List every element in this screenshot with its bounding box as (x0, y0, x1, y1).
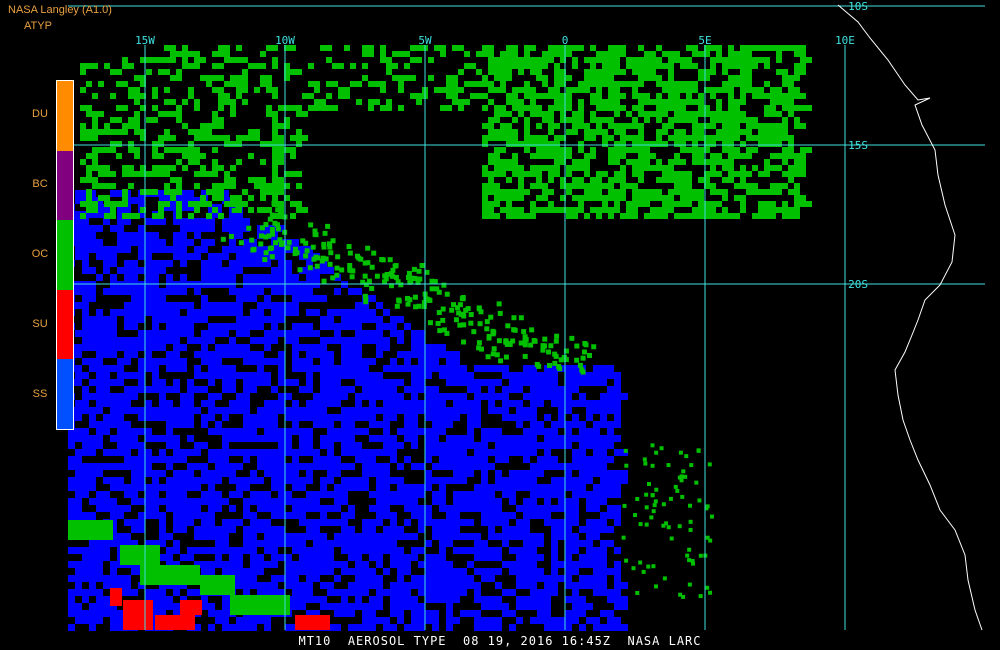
legend-label-oc: OC (31, 248, 49, 260)
lat-label-10s: 10S (848, 0, 868, 13)
source-label: NASA Langley (A1.0) (8, 4, 112, 16)
lon-label-0: 0 (562, 34, 569, 47)
legend-label-bc: BC (32, 178, 48, 190)
lat-label-20s: 20S (848, 278, 868, 291)
product-footer: MT10 AEROSOL TYPE 08 19, 2016 16:45Z NAS… (298, 634, 702, 648)
aerosol-type-legend (56, 80, 74, 430)
legend-label-ss: SS (32, 388, 48, 400)
lat-label-15s: 15S (848, 139, 868, 152)
lon-label-5e: 5E (698, 34, 711, 47)
legend-swatch-ss (57, 359, 73, 429)
legend-label-su: SU (32, 318, 48, 330)
lon-label-15w: 15W (135, 34, 155, 47)
legend-swatch-su (57, 289, 73, 360)
lon-label-10e: 10E (835, 34, 855, 47)
legend-swatch-du (57, 81, 73, 151)
aerosol-map: 15W10W5W05E10E5S10S15S20S (68, 0, 985, 631)
map-viewer: 15W10W5W05E10E5S10S15S20S NASA Langley (… (0, 0, 1000, 650)
legend-swatch-bc (57, 150, 73, 221)
coastline (837, 4, 983, 631)
lon-label-10w: 10W (275, 34, 295, 47)
product-label: ATYP (24, 20, 52, 32)
legend-label-du: DU (32, 108, 48, 120)
legend-swatch-oc (57, 220, 73, 290)
lon-label-5w: 5W (418, 34, 432, 47)
